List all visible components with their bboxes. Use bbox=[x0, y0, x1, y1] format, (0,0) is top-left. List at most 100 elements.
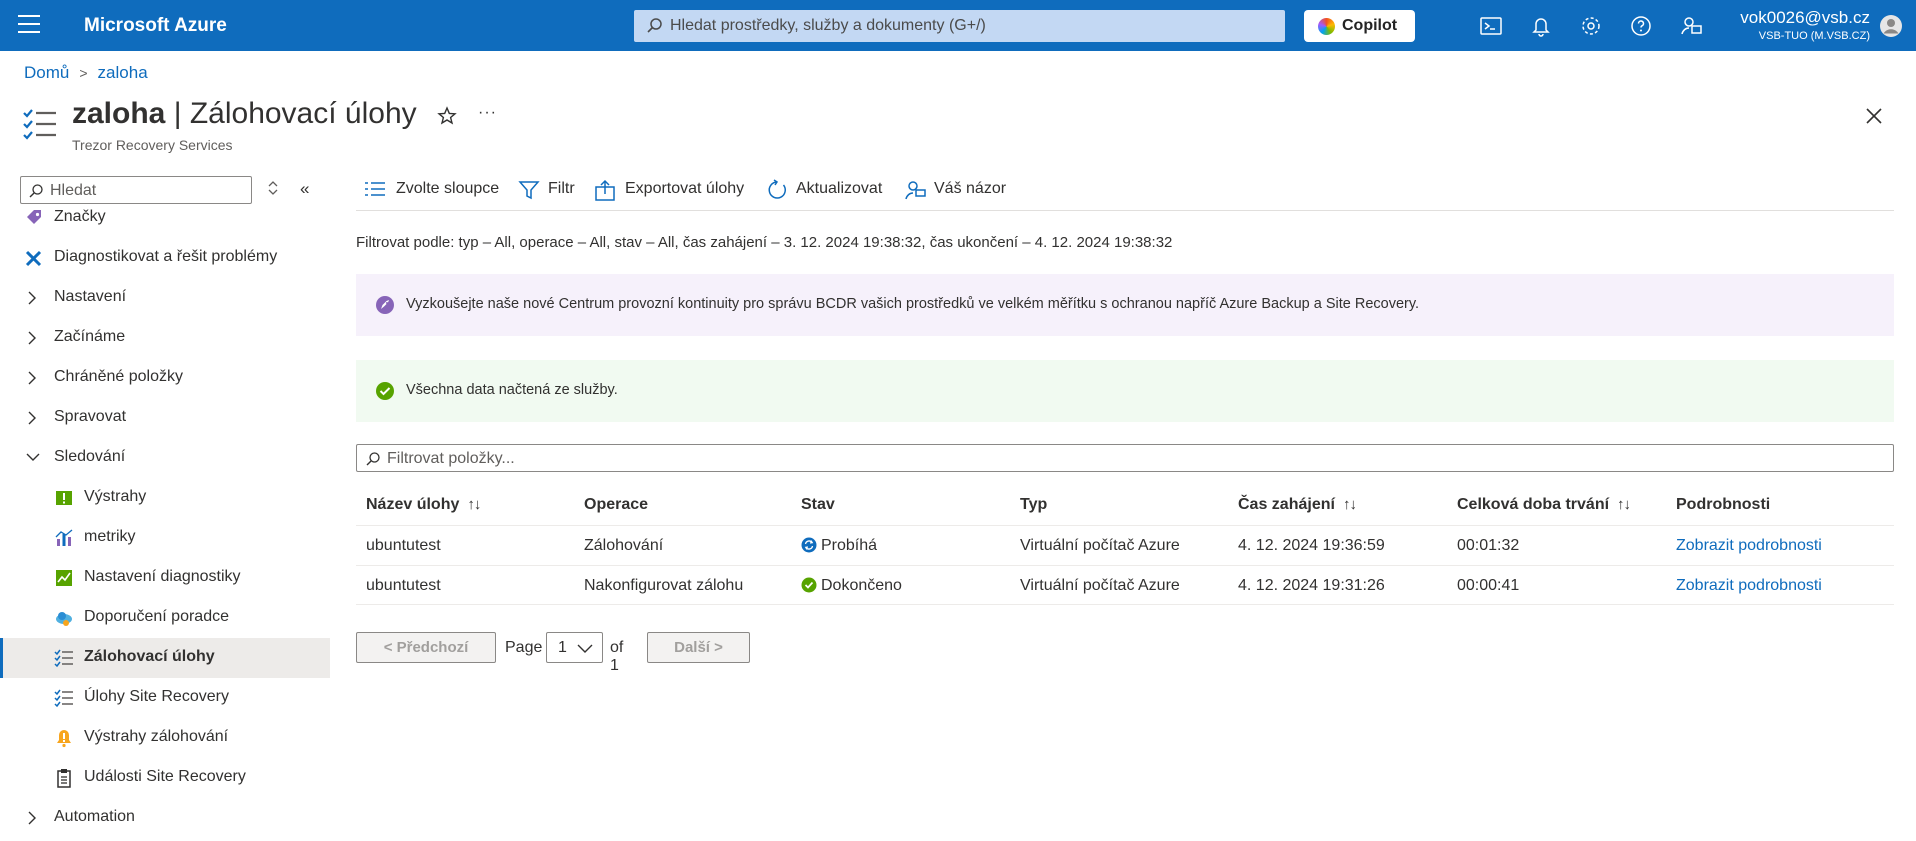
sidebar-item-diagnostic-settings[interactable]: Nastavení diagnostiky bbox=[0, 558, 330, 598]
view-details-link[interactable]: Zobrazit podrobnosti bbox=[1676, 537, 1822, 555]
global-search-placeholder: Hledat prostředky, služby a dokumenty (G… bbox=[670, 17, 986, 34]
chevron-right-icon bbox=[28, 291, 36, 305]
success-banner-text: Všechna data načtená ze služby. bbox=[406, 382, 618, 398]
success-icon bbox=[376, 382, 394, 400]
chevron-down-icon bbox=[577, 644, 593, 653]
sidebar-item-label: Nastavení diagnostiky bbox=[84, 568, 241, 585]
sidebar-item-site-recovery-jobs[interactable]: Úlohy Site Recovery bbox=[0, 678, 330, 718]
jobs-table: Název úlohy ↑↓ Operace Stav Typ Čas zaháj… bbox=[356, 485, 1894, 605]
sidebar-group-protected-items[interactable]: Chráněné položky bbox=[0, 358, 330, 398]
column-header-start-time[interactable]: Čas zahájení ↑↓ bbox=[1238, 496, 1357, 514]
sidebar-item-backup-alerts[interactable]: Výstrahy zálohování bbox=[0, 718, 330, 758]
table-row[interactable]: ubuntutest Zálohování Probíhá Virtuální … bbox=[356, 525, 1894, 565]
sidebar-item-advisor[interactable]: Doporučení poradce bbox=[0, 598, 330, 638]
filter-summary: Filtrovat podle: typ – All, operace – Al… bbox=[356, 234, 1173, 251]
diagnostics-icon bbox=[56, 570, 72, 586]
search-icon bbox=[366, 452, 380, 466]
refresh-icon bbox=[768, 179, 786, 199]
success-banner: Všechna data načtená ze služby. bbox=[356, 360, 1894, 422]
close-icon[interactable] bbox=[1864, 106, 1884, 126]
promo-banner: Vyzkoušejte naše nové Centrum provozní k… bbox=[356, 274, 1894, 336]
page-title-page: Zálohovací úlohy bbox=[189, 97, 417, 130]
sidebar-item-label: Nastavení bbox=[54, 288, 127, 305]
sidebar-group-manage[interactable]: Spravovat bbox=[0, 398, 330, 438]
job-operation: Zálohování bbox=[584, 537, 664, 554]
column-header-status[interactable]: Stav bbox=[801, 496, 835, 514]
sort-icon[interactable]: ↑↓ bbox=[1617, 496, 1631, 513]
sidebar-nav: Značky Diagnostikovat a řešit problémy N… bbox=[0, 204, 330, 841]
table-header-row: Název úlohy ↑↓ Operace Stav Typ Čas zaháj… bbox=[356, 485, 1894, 525]
more-options-icon[interactable]: ··· bbox=[478, 104, 497, 122]
bell-icon[interactable] bbox=[1528, 13, 1554, 39]
sidebar-item-label: Spravovat bbox=[54, 408, 127, 425]
breadcrumb-home[interactable]: Domů bbox=[24, 63, 69, 82]
sort-icon[interactable]: ↑↓ bbox=[467, 496, 481, 513]
page-select-value: 1 bbox=[558, 639, 567, 656]
help-icon[interactable] bbox=[1628, 13, 1654, 39]
column-header-name[interactable]: Název úlohy ↑↓ bbox=[366, 496, 481, 514]
sidebar-item-diagnose[interactable]: Diagnostikovat a řešit problémy bbox=[0, 238, 330, 278]
page-title-resource: zaloha bbox=[72, 97, 166, 130]
portal-brand[interactable]: Microsoft Azure bbox=[84, 15, 227, 37]
toolbar-divider bbox=[356, 210, 1894, 211]
star-icon[interactable] bbox=[437, 106, 457, 126]
copilot-button[interactable]: Copilot bbox=[1304, 10, 1415, 42]
job-start-time: 4. 12. 2024 19:31:26 bbox=[1238, 577, 1385, 594]
view-details-link[interactable]: Zobrazit podrobnosti bbox=[1676, 577, 1822, 595]
page-select[interactable]: 1 bbox=[546, 632, 603, 663]
hamburger-menu-icon[interactable] bbox=[18, 15, 40, 35]
page-subtitle: Trezor Recovery Services bbox=[72, 137, 233, 153]
global-search-input[interactable]: Hledat prostředky, služby a dokumenty (G… bbox=[634, 10, 1285, 42]
sidebar-group-settings[interactable]: Nastavení bbox=[0, 278, 330, 318]
next-page-button[interactable]: Další > bbox=[647, 632, 750, 663]
top-bar: Microsoft Azure Hledat prostředky, služb… bbox=[0, 0, 1916, 51]
clipboard-icon bbox=[57, 769, 71, 788]
sidebar-group-automation[interactable]: Automation bbox=[0, 798, 330, 838]
choose-columns-label: Zvolte sloupce bbox=[396, 180, 500, 197]
filter-items-input[interactable]: Filtrovat položky... bbox=[356, 444, 1894, 472]
column-header-operation[interactable]: Operace bbox=[584, 496, 648, 514]
cloud-shell-icon[interactable] bbox=[1478, 13, 1504, 39]
success-icon bbox=[801, 577, 817, 593]
sidebar-item-site-recovery-events[interactable]: Události Site Recovery bbox=[0, 758, 330, 798]
expand-collapse-icon[interactable] bbox=[266, 180, 280, 196]
sidebar-item-label: Výstrahy bbox=[84, 488, 147, 505]
column-header-type[interactable]: Typ bbox=[1020, 496, 1047, 514]
sidebar-item-label: Diagnostikovat a řešit problémy bbox=[54, 248, 278, 265]
page-label: Page bbox=[505, 639, 543, 656]
feedback-icon[interactable] bbox=[1678, 13, 1704, 39]
sidebar-item-backup-jobs[interactable]: Zálohovací úlohy bbox=[0, 638, 330, 678]
gear-icon[interactable] bbox=[1578, 13, 1604, 39]
page-count-label: of 1 bbox=[610, 639, 624, 674]
sidebar-group-monitoring[interactable]: Sledování bbox=[0, 438, 330, 478]
in-progress-icon bbox=[801, 537, 817, 553]
job-start-time: 4. 12. 2024 19:36:59 bbox=[1238, 537, 1385, 554]
account-info[interactable]: vok0026@vsb.cz VSB-TUO (M.VSB.CZ) bbox=[1740, 8, 1870, 42]
jobs-icon bbox=[23, 109, 56, 140]
table-row[interactable]: ubuntutest Nakonfigurovat zálohu Dokonče… bbox=[356, 565, 1894, 605]
column-header-duration[interactable]: Celková doba trvání ↑↓ bbox=[1457, 496, 1631, 514]
sidebar-search-input[interactable]: Hledat bbox=[20, 176, 252, 204]
rocket-icon bbox=[376, 296, 394, 314]
filter-label: Filtr bbox=[548, 180, 575, 197]
sidebar-group-getting-started[interactable]: Začínáme bbox=[0, 318, 330, 358]
sidebar-item-alerts[interactable]: Výstrahy bbox=[0, 478, 330, 518]
sidebar-item-tags[interactable]: Značky bbox=[0, 204, 330, 238]
collapse-sidebar-icon[interactable]: « bbox=[300, 179, 309, 199]
sidebar-item-metrics[interactable]: metriky bbox=[0, 518, 330, 558]
avatar-icon[interactable] bbox=[1879, 14, 1903, 38]
page-title: zaloha | Zálohovací úlohy bbox=[72, 97, 417, 131]
job-status: Dokončeno bbox=[801, 577, 902, 595]
column-header-details[interactable]: Podrobnosti bbox=[1676, 496, 1770, 514]
sidebar-item-label: Doporučení poradce bbox=[84, 608, 229, 625]
feedback-icon bbox=[905, 181, 926, 200]
job-operation: Nakonfigurovat zálohu bbox=[584, 577, 744, 594]
wrench-icon bbox=[25, 250, 42, 267]
sidebar-item-label: Události Site Recovery bbox=[84, 768, 246, 785]
sort-icon[interactable]: ↑↓ bbox=[1343, 496, 1357, 513]
refresh-label: Aktualizovat bbox=[796, 180, 883, 197]
previous-page-button[interactable]: < Předchozí bbox=[356, 632, 496, 663]
sidebar-item-label: Značky bbox=[54, 208, 106, 225]
breadcrumb-current[interactable]: zaloha bbox=[98, 63, 148, 82]
filter-items-placeholder: Filtrovat položky... bbox=[387, 450, 515, 467]
